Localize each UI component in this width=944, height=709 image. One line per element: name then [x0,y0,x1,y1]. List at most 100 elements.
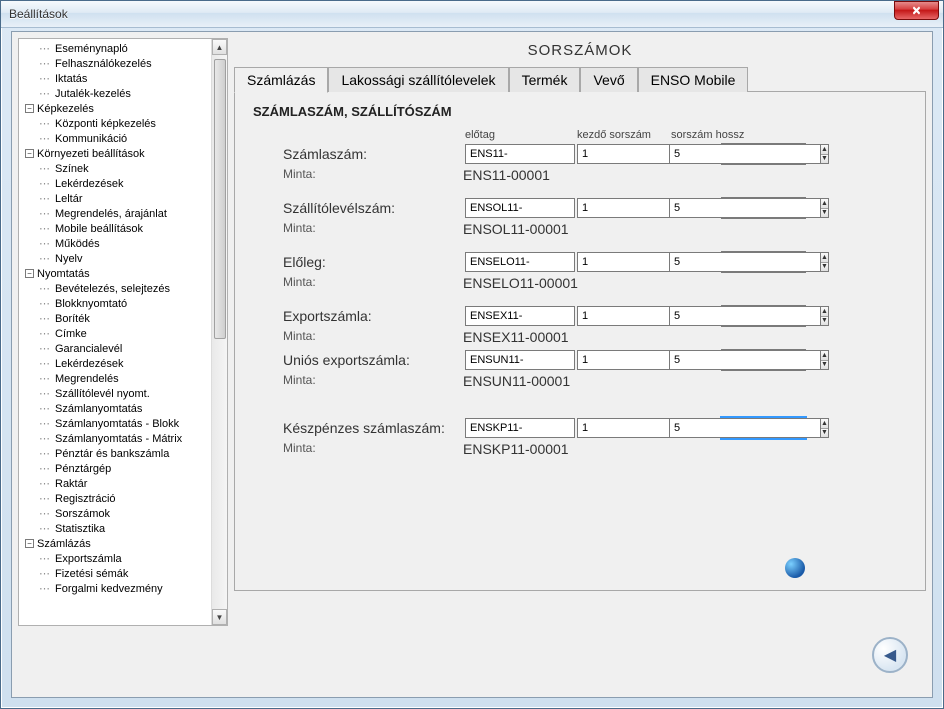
length-spinner-input[interactable] [669,144,820,164]
tree-item[interactable]: ⋯Színek [21,161,211,176]
tree-item[interactable]: ⋯Fizetési sémák [21,566,211,581]
tree-item[interactable]: ⋯Garancialevél [21,341,211,356]
length-spinner-input[interactable] [669,350,820,370]
tree-item[interactable]: ⋯Mobile beállítások [21,221,211,236]
tab-sz-ml-z-s[interactable]: Számlázás [234,67,328,93]
tree-item[interactable]: ⋯Pénztár és bankszámla [21,446,211,461]
spin-down-icon[interactable]: ▼ [821,361,828,370]
tree-item-label: Szállítólevél nyomt. [55,388,150,400]
tab-enso-mobile[interactable]: ENSO Mobile [638,67,749,92]
tree-item[interactable]: ⋯Leltár [21,191,211,206]
length-spinner-input[interactable] [669,198,820,218]
tab-bar: SzámlázásLakossági szállítólevelekTermék… [234,67,926,92]
collapse-icon[interactable]: − [25,149,34,158]
prefix-input[interactable] [465,198,575,218]
tree-item[interactable]: ⋯Lekérdezések [21,356,211,371]
globe-icon[interactable] [785,558,805,578]
tree-item-label: Pénztár és bankszámla [55,448,169,460]
tree-item-label: Jutalék-kezelés [55,88,131,100]
prefix-input[interactable] [465,252,575,272]
tree-item[interactable]: ⋯Kommunikáció [21,131,211,146]
collapse-icon[interactable]: − [25,104,34,113]
spin-up-icon[interactable]: ▲ [821,419,828,429]
tree-item-label: Működés [55,238,100,250]
length-spinner[interactable]: ▲▼ [669,144,709,164]
spin-up-icon[interactable]: ▲ [821,253,828,263]
spin-up-icon[interactable]: ▲ [821,199,828,209]
start-spinner[interactable]: ▲▼ [577,418,657,438]
tree-item-label: Blokknyomtató [55,298,127,310]
tree-item[interactable]: ⋯Felhasználókezelés [21,56,211,71]
length-spinner[interactable]: ▲▼ [669,198,709,218]
start-spinner[interactable]: ▲▼ [577,198,657,218]
tree-item[interactable]: ⋯Bevételezés, selejtezés [21,281,211,296]
tree-item[interactable]: ⋯Számlanyomtatás - Blokk [21,416,211,431]
start-spinner[interactable]: ▲▼ [577,252,657,272]
tree-item[interactable]: ⋯Nyelv [21,251,211,266]
prefix-input[interactable] [465,350,575,370]
spin-down-icon[interactable]: ▼ [821,155,828,164]
tab-term-k[interactable]: Termék [509,67,581,92]
spin-up-icon[interactable]: ▲ [821,145,828,155]
scroll-thumb[interactable] [214,59,226,339]
spin-down-icon[interactable]: ▼ [821,429,828,438]
tree-item-label: Pénztárgép [55,463,111,475]
length-spinner[interactable]: ▲▼ [669,350,709,370]
tree-item-label: Felhasználókezelés [55,58,152,70]
spin-up-icon[interactable]: ▲ [821,351,828,361]
sidebar-scrollbar[interactable]: ▲ ▼ [211,39,227,625]
length-spinner-input[interactable] [669,306,820,326]
tree-item[interactable]: ⋯Raktár [21,476,211,491]
tree-item[interactable]: ⋯Pénztárgép [21,461,211,476]
tree-item-label: Leltár [55,193,83,205]
spin-down-icon[interactable]: ▼ [821,263,828,272]
tab-lakoss-gi-sz-ll-t-levelek[interactable]: Lakossági szállítólevelek [328,67,508,92]
tree-item[interactable]: −Képkezelés [21,101,211,116]
spin-up-icon[interactable]: ▲ [821,307,828,317]
tree-item[interactable]: ⋯Statisztika [21,521,211,536]
tree-item[interactable]: ⋯Számlanyomtatás [21,401,211,416]
tree-item[interactable]: ⋯Lekérdezések [21,176,211,191]
spin-down-icon[interactable]: ▼ [821,209,828,218]
tree-item[interactable]: −Számlázás [21,536,211,551]
length-spinner-input[interactable] [669,418,820,438]
start-spinner[interactable]: ▲▼ [577,350,657,370]
length-spinner[interactable]: ▲▼ [669,252,709,272]
tree-item[interactable]: ⋯Blokknyomtató [21,296,211,311]
back-button[interactable]: ◀ [872,637,908,673]
tree-item[interactable]: ⋯Központi képkezelés [21,116,211,131]
tree-item[interactable]: ⋯Forgalmi kedvezmény [21,581,211,596]
row-label: Uniós exportszámla: [253,352,463,368]
tree-item[interactable]: ⋯Regisztráció [21,491,211,506]
collapse-icon[interactable]: − [25,539,34,548]
prefix-input[interactable] [465,418,575,438]
length-spinner[interactable]: ▲▼ [669,306,709,326]
close-button[interactable]: ✕ [894,1,939,20]
length-spinner[interactable]: ▲▼ [669,418,709,438]
tree-item[interactable]: ⋯Működés [21,236,211,251]
length-spinner-input[interactable] [669,252,820,272]
start-spinner[interactable]: ▲▼ [577,306,657,326]
tree-item[interactable]: ⋯Jutalék-kezelés [21,86,211,101]
prefix-input[interactable] [465,306,575,326]
tree-item[interactable]: ⋯Megrendelés [21,371,211,386]
tree-item[interactable]: ⋯Sorszámok [21,506,211,521]
tree-item[interactable]: ⋯Exportszámla [21,551,211,566]
tree-item[interactable]: ⋯Eseménynapló [21,41,211,56]
tree-item[interactable]: ⋯Iktatás [21,71,211,86]
tree-item[interactable]: ⋯Szállítólevél nyomt. [21,386,211,401]
tree-item[interactable]: −Környezeti beállítások [21,146,211,161]
tree-item[interactable]: ⋯Számlanyomtatás - Mátrix [21,431,211,446]
tree-item[interactable]: ⋯Címke [21,326,211,341]
spin-down-icon[interactable]: ▼ [821,317,828,326]
start-spinner[interactable]: ▲▼ [577,144,657,164]
sample-value: ENS11-00001 [463,167,813,183]
scroll-down-icon[interactable]: ▼ [212,609,227,625]
tree-item[interactable]: ⋯Megrendelés, árajánlat [21,206,211,221]
collapse-icon[interactable]: − [25,269,34,278]
scroll-up-icon[interactable]: ▲ [212,39,227,55]
prefix-input[interactable] [465,144,575,164]
tree-item[interactable]: ⋯Boríték [21,311,211,326]
tab-vev-[interactable]: Vevő [580,67,637,92]
tree-item[interactable]: −Nyomtatás [21,266,211,281]
